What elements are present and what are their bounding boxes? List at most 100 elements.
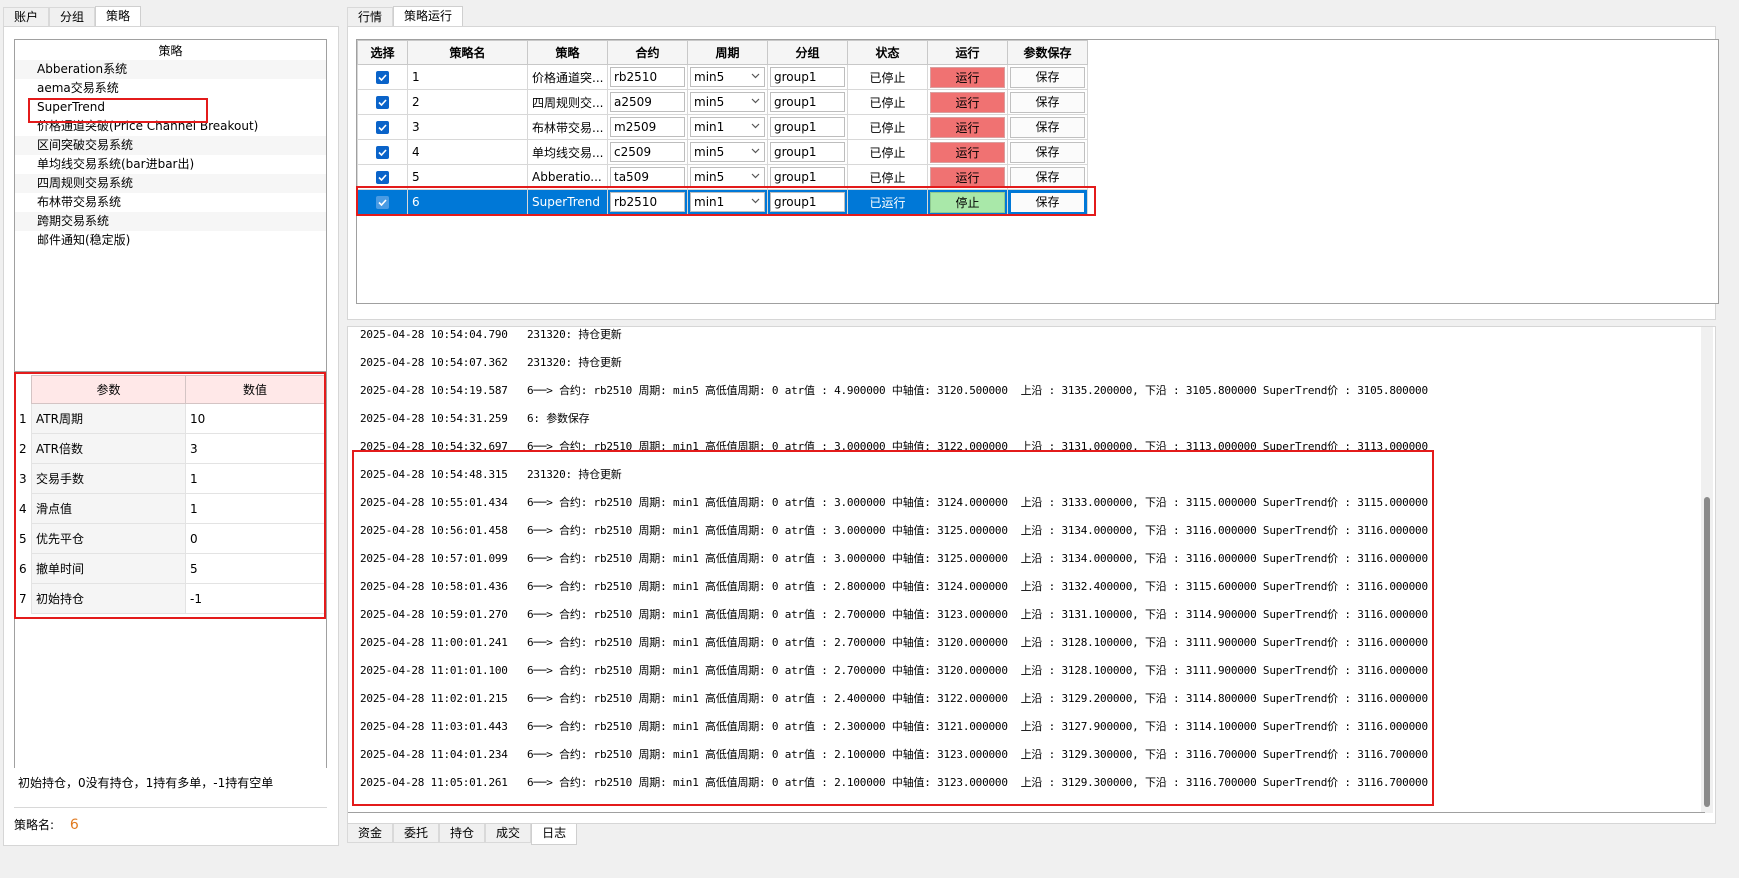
log-line: 2025-04-28 10:55:01.434 6──> 合约: rb2510 … [360,496,1428,509]
tab-market[interactable]: 行情 [347,7,394,26]
select-checkbox[interactable] [376,120,389,134]
param-value[interactable]: 3 [185,433,325,464]
save-button[interactable]: 保存 [1010,191,1085,213]
chevron-down-icon [751,73,760,79]
period-value: min5 [694,145,725,159]
group-input[interactable]: group1 [770,142,845,162]
tab-log[interactable]: 日志 [531,824,578,845]
strategy-list-header: 策略 [158,44,183,58]
strategy-item-four-week[interactable]: 四周规则交易系统 [15,174,326,193]
param-description: 初始持仓，0没有持仓，1持有多单，-1持有空单 [14,768,327,808]
param-value[interactable]: 1 [185,493,325,524]
param-name: 撤单时间 [31,553,186,584]
save-button[interactable]: 保存 [1010,66,1085,88]
left-tabstrip: 账户 分组 策略 [3,6,142,27]
tab-account[interactable]: 账户 [3,7,50,26]
select-checkbox[interactable] [376,195,389,209]
run-button[interactable]: 运行 [930,91,1005,113]
save-button[interactable]: 保存 [1010,116,1085,138]
group-input[interactable]: group1 [770,92,845,112]
col-select: 选择 [357,40,408,65]
param-row-number: 1 [15,403,32,434]
col-strategy-name: 策略名 [407,40,528,65]
select-checkbox[interactable] [376,70,389,84]
param-col-value: 数值 [185,375,325,404]
period-select[interactable]: min5 [690,142,765,162]
period-select[interactable]: min5 [690,67,765,87]
tab-positions[interactable]: 持仓 [439,824,486,843]
group-input[interactable]: group1 [770,67,845,87]
stop-button[interactable]: 停止 [930,191,1005,213]
select-checkbox[interactable] [376,145,389,159]
contract-input[interactable]: rb2510 [610,67,685,87]
tab-group[interactable]: 分组 [49,7,96,26]
run-button[interactable]: 运行 [930,141,1005,163]
strategy-item-email-notify[interactable]: 邮件通知(稳定版) [15,231,326,250]
period-select[interactable]: min1 [690,117,765,137]
col-contract: 合约 [607,40,688,65]
select-checkbox[interactable] [376,95,389,109]
period-value: min5 [694,170,725,184]
strategy-item-price-channel[interactable]: 价格通道突破(Price Channel Breakout) [15,117,326,136]
strategy-item-abberation[interactable]: Abberation系统 [15,60,326,79]
checkmark-icon [378,198,387,206]
checkmark-icon [378,98,387,106]
param-value[interactable]: 1 [185,463,325,494]
select-checkbox[interactable] [376,170,389,184]
run-button[interactable]: 运行 [930,166,1005,188]
save-button[interactable]: 保存 [1010,166,1085,188]
strategy-item-range-breakout[interactable]: 区间突破交易系统 [15,136,326,155]
contract-input[interactable]: a2509 [610,92,685,112]
col-run: 运行 [927,40,1008,65]
strategy-item-aema[interactable]: aema交易系统 [15,79,326,98]
param-grid: 参数 数值 1 ATR周期 10 2 ATR倍数 3 3 交易手数 1 4 滑点… [14,372,327,788]
save-button[interactable]: 保存 [1010,141,1085,163]
period-value: min1 [694,195,725,209]
param-row: 4 滑点值 1 [15,493,325,524]
col-group: 分组 [767,40,848,65]
param-row: 1 ATR周期 10 [15,403,325,434]
log-line: 2025-04-28 11:02:01.215 6──> 合约: rb2510 … [360,692,1428,705]
group-input[interactable]: group1 [770,117,845,137]
run-button[interactable]: 运行 [930,116,1005,138]
status-cell: 已停止 [847,114,928,140]
tab-strategy-run[interactable]: 策略运行 [393,6,464,27]
param-row-number: 3 [15,463,32,494]
log-lines: 2025-04-28 10:54:04.790 231320: 持仓更新 202… [360,327,1680,797]
log-scrollbar[interactable] [1701,327,1713,813]
param-row-number: 4 [15,493,32,524]
group-input[interactable]: group1 [770,192,845,212]
strategy-item-single-ma[interactable]: 单均线交易系统(bar进bar出) [15,155,326,174]
param-value[interactable]: -1 [185,583,325,614]
period-select[interactable]: min5 [690,92,765,112]
tab-trades[interactable]: 成交 [485,824,532,843]
save-button[interactable]: 保存 [1010,91,1085,113]
strategy-list-items: Abberation系统 aema交易系统 SuperTrend 价格通道突破(… [15,60,326,250]
param-value[interactable]: 0 [185,523,325,554]
param-value[interactable]: 5 [185,553,325,584]
status-cell: 已停止 [847,139,928,165]
strategy-item-calendar-spread[interactable]: 跨期交易系统 [15,212,326,231]
contract-input[interactable]: rb2510 [610,192,685,212]
log-scrollbar-thumb[interactable] [1704,497,1710,807]
bottom-tabstrip: 资金 委托 持仓 成交 日志 [347,824,578,845]
period-select[interactable]: min1 [690,192,765,212]
log-bottom-rule [348,812,1705,813]
col-strategy: 策略 [527,40,608,65]
run-button[interactable]: 运行 [930,66,1005,88]
strategy-list[interactable]: 策略 Abberation系统 aema交易系统 SuperTrend 价格通道… [14,39,327,372]
period-select[interactable]: min5 [690,167,765,187]
param-value[interactable]: 10 [185,403,325,434]
param-row-number: 2 [15,433,32,464]
contract-input[interactable]: c2509 [610,142,685,162]
strategy-item-supertrend[interactable]: SuperTrend [15,98,326,117]
contract-input[interactable]: m2509 [610,117,685,137]
param-row: 5 优先平仓 0 [15,523,325,554]
tab-orders[interactable]: 委托 [393,824,440,843]
strategy-item-bollinger[interactable]: 布林带交易系统 [15,193,326,212]
col-param-save: 参数保存 [1007,40,1088,65]
tab-strategy[interactable]: 策略 [95,6,142,27]
contract-input[interactable]: ta509 [610,167,685,187]
group-input[interactable]: group1 [770,167,845,187]
tab-funds[interactable]: 资金 [347,824,394,843]
